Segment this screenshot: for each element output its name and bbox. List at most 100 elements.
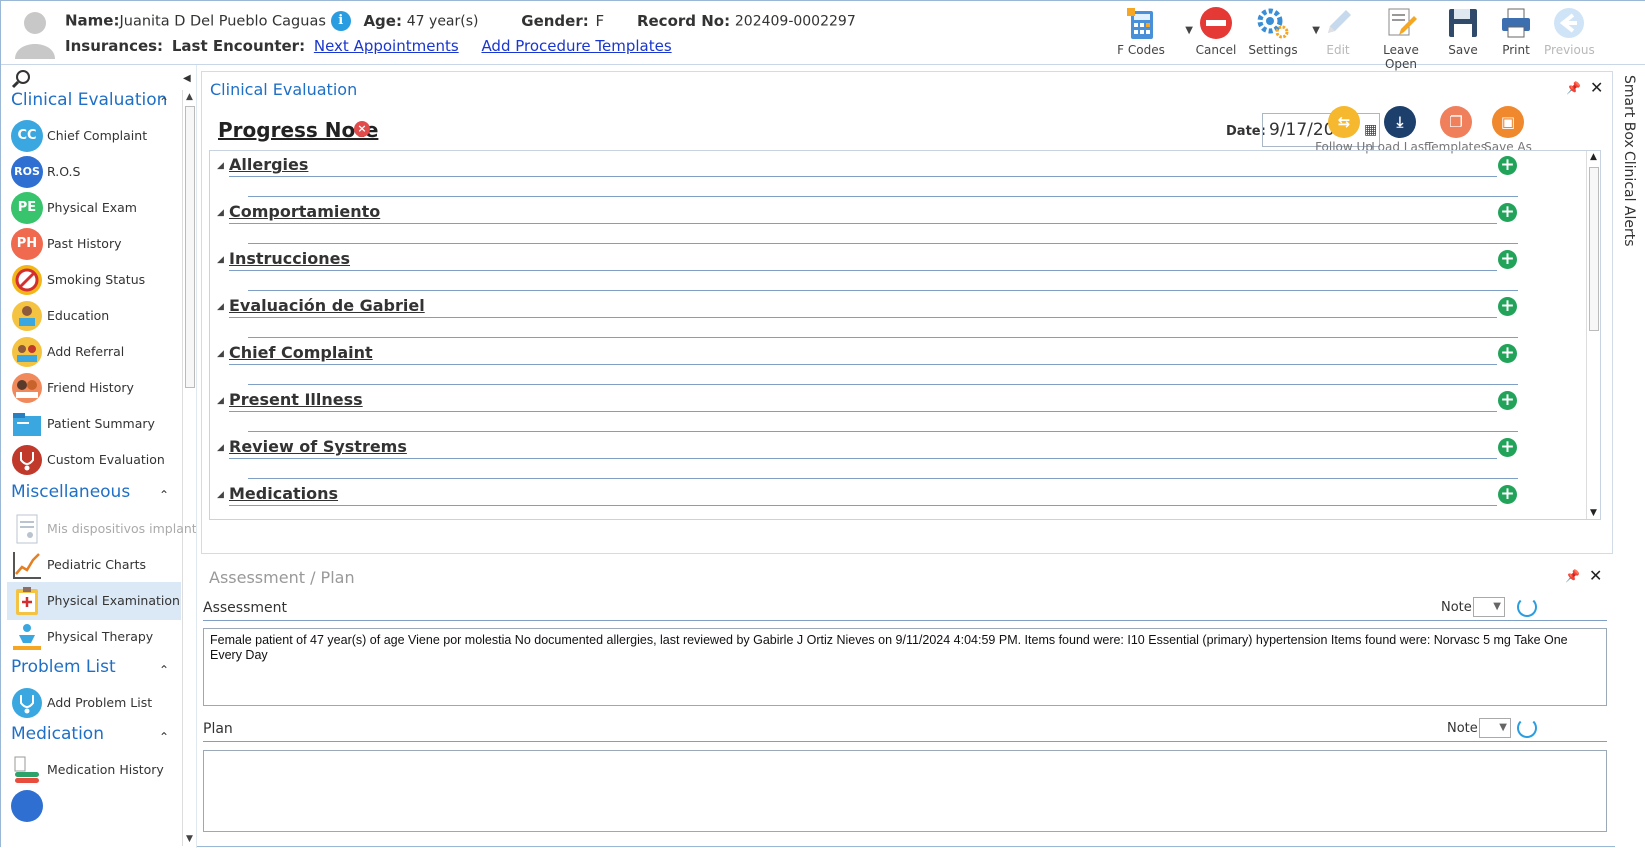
expand-triangle-icon[interactable]: ◢ xyxy=(217,208,224,218)
next-appointments-link[interactable]: Next Appointments xyxy=(314,37,459,55)
section-row: ◢ Evaluación de Gabriel + xyxy=(210,292,1580,339)
add-icon[interactable]: + xyxy=(1498,485,1517,504)
scroll-thumb[interactable] xyxy=(185,106,195,388)
nav-section-miscellaneous[interactable]: Miscellaneous xyxy=(11,482,130,502)
add-icon[interactable]: + xyxy=(1498,391,1517,410)
expand-triangle-icon[interactable]: ◢ xyxy=(217,161,224,171)
nav-item-friend-history[interactable]: Friend History xyxy=(7,369,181,407)
note-template-dropdown[interactable]: ▼ xyxy=(1473,597,1505,617)
chevron-up-icon[interactable]: ⌃ xyxy=(159,730,169,744)
no-smoking-icon xyxy=(12,265,42,295)
section-title[interactable]: Chief Complaint xyxy=(229,343,373,362)
name-label: Name: xyxy=(65,11,120,30)
expand-triangle-icon[interactable]: ◢ xyxy=(217,490,224,500)
pin-icon[interactable]: 📌 xyxy=(1566,81,1581,95)
chevron-up-icon[interactable]: ⌃ xyxy=(159,95,169,109)
nav-item-patient-summary[interactable]: Patient Summary xyxy=(7,405,181,443)
expand-triangle-icon[interactable]: ◢ xyxy=(217,396,224,406)
nav-item-smoking-status[interactable]: Smoking Status xyxy=(7,261,181,299)
add-icon[interactable]: + xyxy=(1498,438,1517,457)
nav-item-pediatric-charts[interactable]: Pediatric Charts xyxy=(7,546,181,584)
assessment-textarea[interactable]: Female patient of 47 year(s) of age Vien… xyxy=(203,628,1607,706)
scroll-thumb[interactable] xyxy=(1589,167,1599,331)
search-icon[interactable] xyxy=(11,69,31,89)
nav-item-add-referral[interactable]: Add Referral xyxy=(7,333,181,371)
follow-up-button[interactable]: ⇆ Follow Up xyxy=(1314,106,1374,154)
nav-section-problem-list[interactable]: Problem List xyxy=(11,657,116,677)
nav-item-chief-complaint[interactable]: CC Chief Complaint xyxy=(7,117,181,155)
edit-button[interactable]: Edit xyxy=(1318,5,1358,57)
section-title[interactable]: Evaluación de Gabriel xyxy=(229,296,425,315)
add-procedure-templates-link[interactable]: Add Procedure Templates xyxy=(481,37,671,55)
nav-item-label: Friend History xyxy=(47,380,134,395)
save-as-button[interactable]: ▣ Save As xyxy=(1478,106,1538,154)
info-icon[interactable]: i xyxy=(330,11,351,31)
close-icon[interactable]: ✕ xyxy=(1589,566,1602,585)
settings-button[interactable]: Settings xyxy=(1245,5,1301,57)
expand-triangle-icon[interactable]: ◢ xyxy=(217,443,224,453)
age-value: 47 year(s) xyxy=(406,13,479,30)
tab-clinical-alerts[interactable]: Clinical Alerts xyxy=(1621,151,1637,247)
fcodes-button[interactable]: F Codes xyxy=(1111,5,1171,57)
templates-button[interactable]: ❐ Templates xyxy=(1426,106,1487,154)
section-title[interactable]: Allergies xyxy=(229,155,308,174)
back-arrow-icon xyxy=(1554,8,1584,38)
note-template-dropdown[interactable]: ▼ xyxy=(1479,718,1511,738)
expand-triangle-icon[interactable]: ◢ xyxy=(217,349,224,359)
print-button[interactable]: Print xyxy=(1496,5,1536,57)
partial-nav-icon xyxy=(11,790,43,822)
refresh-icon[interactable] xyxy=(1517,718,1537,738)
nav-section-clinical-evaluation[interactable]: Clinical Evaluation xyxy=(11,90,167,110)
chevron-up-icon[interactable]: ⌃ xyxy=(159,488,169,502)
nav-item-medication-history[interactable]: Medication History xyxy=(7,751,181,789)
nav-item-custom-evaluation[interactable]: Custom Evaluation xyxy=(7,441,181,479)
section-title[interactable]: Instrucciones xyxy=(229,249,350,268)
cancel-button[interactable]: Cancel xyxy=(1191,5,1241,57)
section-title[interactable]: Comportamiento xyxy=(229,202,380,221)
tab-smart-box[interactable]: Smart Box xyxy=(1621,75,1637,148)
nav-item-add-problem-list[interactable]: Add Problem List xyxy=(7,684,181,722)
save-button[interactable]: Save xyxy=(1443,5,1483,57)
load-last-button[interactable]: ⤓ Load Last xyxy=(1370,106,1430,154)
scroll-up-icon[interactable]: ▲ xyxy=(186,92,193,102)
nav-item-ros[interactable]: ROS R.O.S xyxy=(7,153,181,191)
chevron-up-icon[interactable]: ⌃ xyxy=(159,663,169,677)
patient-name: Juanita D Del Pueblo Caguas xyxy=(119,13,326,30)
refresh-icon[interactable] xyxy=(1517,597,1537,617)
nav-section-medication[interactable]: Medication xyxy=(11,724,104,744)
nav-item-label: Physical Therapy xyxy=(47,629,154,644)
nav-item-physical-therapy[interactable]: Physical Therapy xyxy=(7,618,181,656)
add-icon[interactable]: + xyxy=(1498,156,1517,175)
nav-item-physical-exam[interactable]: PE Physical Exam xyxy=(7,189,181,227)
clipboard-icon xyxy=(16,587,38,615)
document-icon xyxy=(16,514,38,544)
plan-textarea[interactable] xyxy=(203,750,1607,832)
scroll-down-icon[interactable]: ▼ xyxy=(186,834,193,844)
nav-item-mis-dispositivos[interactable]: Mis dispositivos implanta xyxy=(7,510,196,548)
nav-item-education[interactable]: Education xyxy=(7,297,181,335)
section-row: ◢ Medications + xyxy=(210,480,1580,519)
add-icon[interactable]: + xyxy=(1498,297,1517,316)
gender-value: F xyxy=(595,11,605,30)
leave-open-button[interactable]: Leave Open xyxy=(1366,5,1436,71)
nav-item-partial[interactable] xyxy=(7,787,181,825)
nav-item-past-history[interactable]: PH Past History xyxy=(7,225,181,263)
sections-scrollbar[interactable]: ▲ ▼ xyxy=(1586,151,1600,519)
scroll-up-icon[interactable]: ▲ xyxy=(1590,152,1597,162)
nav-scrollbar[interactable]: ▲ ▼ xyxy=(182,90,196,846)
remove-note-icon[interactable]: × xyxy=(354,121,370,137)
expand-triangle-icon[interactable]: ◢ xyxy=(217,255,224,265)
pin-icon[interactable]: 📌 xyxy=(1565,569,1580,583)
expand-triangle-icon[interactable]: ◢ xyxy=(217,302,224,312)
add-icon[interactable]: + xyxy=(1498,344,1517,363)
section-title[interactable]: Medications xyxy=(229,484,338,503)
add-icon[interactable]: + xyxy=(1498,203,1517,222)
previous-button[interactable]: Previous xyxy=(1544,5,1595,57)
scroll-down-icon[interactable]: ▼ xyxy=(1590,508,1597,518)
collapse-nav-icon[interactable]: ◀ xyxy=(183,73,191,84)
add-icon[interactable]: + xyxy=(1498,250,1517,269)
section-title[interactable]: Present Illness xyxy=(229,390,363,409)
section-title[interactable]: Review of Systrems xyxy=(229,437,407,456)
nav-item-physical-examination[interactable]: Physical Examination xyxy=(7,582,181,620)
close-icon[interactable]: ✕ xyxy=(1590,78,1603,97)
